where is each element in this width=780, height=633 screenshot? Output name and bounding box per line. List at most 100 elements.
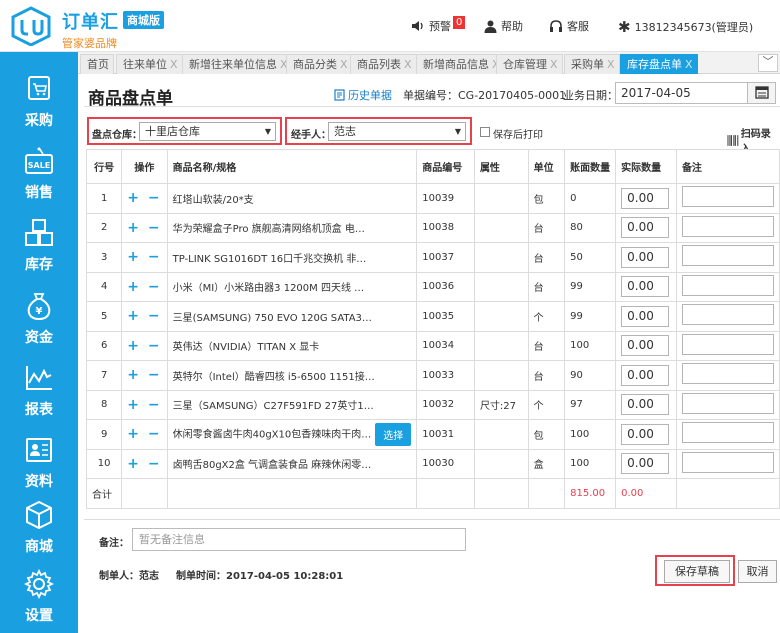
actual-qty-input[interactable]: 0.00 xyxy=(621,364,670,386)
add-remove-row-icon[interactable]: + − xyxy=(127,308,161,324)
chart-line-icon xyxy=(26,366,52,390)
table-row: 2 + − 华为荣耀盒子Pro 旗舰高清网络机顶盒 电… 10038 台 80 0.00 xyxy=(85,212,780,243)
tab-product-category[interactable]: 商品分类 X xyxy=(286,54,353,74)
product-name: 三星(SAMSUNG) 750 EVO 120G SATA3… xyxy=(172,312,372,324)
remark-input[interactable] xyxy=(681,274,774,296)
add-remove-row-icon[interactable]: + − xyxy=(127,456,161,472)
calendar-button[interactable] xyxy=(748,82,776,104)
product-attr xyxy=(473,419,529,450)
table-header-row: 行号 操作 商品名称/规格 商品编号 属性 单位 账面数量 实际数量 备注 xyxy=(85,149,780,184)
note-input[interactable]: 暂无备注信息 xyxy=(132,528,466,551)
tab-contacts[interactable]: 往来单位 X xyxy=(116,54,183,74)
brand-subtitle: 管家婆品牌 xyxy=(62,37,117,50)
business-date-label: 业务日期： xyxy=(563,89,618,102)
close-icon[interactable]: X xyxy=(550,58,558,71)
product-attr: 尺寸:27 xyxy=(473,389,529,420)
sidebar-item-profiles[interactable]: 资料 xyxy=(0,427,78,499)
save-draft-button[interactable]: 保存草稿 xyxy=(664,560,730,583)
business-date-input[interactable]: 2017-04-05 xyxy=(615,82,748,104)
tab-label: 新增往来单位信息 xyxy=(189,58,277,71)
select-product-button[interactable]: 选择 xyxy=(375,422,412,446)
add-remove-row-icon[interactable]: + − xyxy=(127,367,161,383)
close-icon[interactable]: X xyxy=(685,58,693,71)
add-remove-row-icon[interactable]: + − xyxy=(127,220,161,236)
col-header-ops: 操作 xyxy=(121,149,168,184)
help-link[interactable]: 帮助 xyxy=(484,18,523,34)
remark-input[interactable] xyxy=(681,333,774,355)
remark-input[interactable] xyxy=(681,392,774,414)
warehouse-select[interactable]: 十里店仓库 ▼ xyxy=(139,122,276,141)
tab-new-product[interactable]: 新增商品信息X xyxy=(416,54,505,74)
table-row: 4 + − 小米（MI）小米路由器3 1200M 四天线 … 10036 台 99 0.00 xyxy=(85,271,780,302)
table-row: 8 + − 三星（SAMSUNG）C27F591FD 27英寸1… 10032 尺寸:2… xyxy=(85,389,780,420)
actual-qty-input[interactable]: 0.00 xyxy=(621,187,670,209)
book-qty: 100 xyxy=(564,448,617,479)
add-remove-row-icon[interactable]: + − xyxy=(127,397,161,413)
sidebar-item-mall[interactable]: 商城 xyxy=(0,492,78,564)
handler-select[interactable]: 范志 ▼ xyxy=(328,122,466,141)
maker-text: 制单人：范志 xyxy=(99,571,159,582)
remark-input[interactable] xyxy=(681,422,774,444)
actual-qty-input[interactable]: 0.00 xyxy=(621,305,670,327)
product-unit: 包 xyxy=(527,183,566,214)
row-number: 10 xyxy=(85,448,123,479)
alert-link[interactable]: 预警 0 xyxy=(411,15,466,34)
boxes-icon xyxy=(25,219,53,246)
actual-qty-input[interactable]: 0.00 xyxy=(621,246,670,268)
sidebar-item-inventory[interactable]: 库存 xyxy=(0,210,78,282)
sidebar-item-sales[interactable]: SALE 销售 xyxy=(0,138,78,210)
tab-more-button[interactable]: ﹀ xyxy=(758,54,778,72)
sidebar-item-reports[interactable]: 报表 xyxy=(0,355,78,427)
actual-qty-input[interactable]: 0.00 xyxy=(621,217,670,239)
col-header-actual-qty: 实际数量 xyxy=(615,149,677,184)
tab-product-list[interactable]: 商品列表 X xyxy=(350,54,417,74)
add-remove-row-icon[interactable]: + − xyxy=(127,426,161,442)
sidebar-item-purchase[interactable]: 采购 xyxy=(0,66,78,138)
remark-input[interactable] xyxy=(681,451,774,473)
cancel-button[interactable]: 取消 xyxy=(738,560,777,583)
sidebar-item-settings[interactable]: 设置 xyxy=(0,561,78,633)
note-label: 备注： xyxy=(99,538,129,549)
remark-input[interactable] xyxy=(681,304,774,326)
print-after-save-label: 保存后打印 xyxy=(493,130,543,141)
tab-purchase-order[interactable]: 采购单 X xyxy=(564,54,620,74)
history-link[interactable]: 历史单据 xyxy=(334,87,392,103)
book-qty: 97 xyxy=(564,389,617,420)
tab-warehouse[interactable]: 仓库管理 X xyxy=(496,54,563,74)
add-remove-row-icon[interactable]: + − xyxy=(127,249,161,265)
user-menu[interactable]: ✱ 13812345673(管理员) xyxy=(618,18,753,36)
add-remove-row-icon[interactable]: + − xyxy=(127,190,161,206)
service-link[interactable]: 客服 xyxy=(549,18,589,34)
product-unit: 盒 xyxy=(527,448,566,479)
add-remove-row-icon[interactable]: + − xyxy=(127,279,161,295)
actual-qty-input[interactable]: 0.00 xyxy=(621,453,670,475)
remark-input[interactable] xyxy=(681,245,774,267)
remark-input[interactable] xyxy=(681,215,774,237)
sidebar-item-label: 销售 xyxy=(25,185,53,201)
actual-qty-input[interactable]: 0.00 xyxy=(621,423,670,445)
print-after-save-checkbox[interactable] xyxy=(480,127,490,137)
actual-qty-input[interactable]: 0.00 xyxy=(621,276,670,298)
tab-home[interactable]: 首页 xyxy=(80,54,114,74)
close-icon[interactable]: X xyxy=(340,58,348,71)
close-icon[interactable]: X xyxy=(170,58,178,71)
sidebar-item-funds[interactable]: ¥ 资金 xyxy=(0,283,78,355)
tab-label: 商品列表 xyxy=(357,58,401,71)
tab-label: 库存盘点单 xyxy=(627,58,682,71)
handler-value: 范志 xyxy=(334,125,356,138)
tab-stocktake[interactable]: 库存盘点单 X xyxy=(620,54,698,74)
tab-new-contact[interactable]: 新增往来单位信息 X xyxy=(182,54,293,74)
add-remove-row-icon[interactable]: + − xyxy=(127,338,161,354)
actual-qty-input[interactable]: 0.00 xyxy=(621,335,670,357)
book-qty: 80 xyxy=(564,212,617,243)
product-attr xyxy=(473,183,529,214)
actual-qty-input[interactable]: 0.00 xyxy=(621,394,670,416)
close-icon[interactable]: X xyxy=(404,58,412,71)
help-label: 帮助 xyxy=(501,20,523,33)
product-code: 10031 xyxy=(416,419,475,450)
remark-input[interactable] xyxy=(681,363,774,385)
row-number: 8 xyxy=(85,389,123,420)
close-icon[interactable]: X xyxy=(607,58,615,71)
remark-input[interactable] xyxy=(681,186,774,208)
product-name: 红塔山软装/20*支 xyxy=(172,194,254,206)
